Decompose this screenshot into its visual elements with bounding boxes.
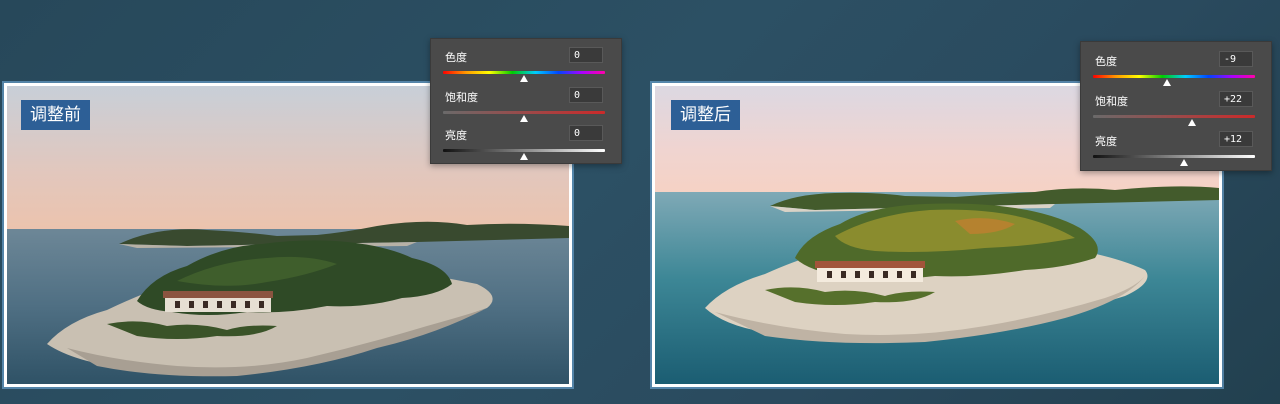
lightness-slider-thumb[interactable]	[520, 153, 528, 160]
hue-slider-thumb[interactable]	[520, 75, 528, 82]
hue-value-input[interactable]: -9	[1219, 51, 1253, 67]
lightness-label: 亮度	[1095, 135, 1117, 148]
saturation-slider-track[interactable]	[1093, 115, 1255, 118]
before-adjustment-panel: 色度 0 饱和度 0 亮度 0	[430, 38, 622, 164]
lightness-row: 亮度 +12	[1081, 129, 1271, 169]
lightness-slider-thumb[interactable]	[1179, 159, 1188, 166]
hue-value-input[interactable]: 0	[569, 47, 603, 63]
saturation-row: 饱和度 0	[431, 85, 621, 125]
after-adjustment-panel: 色度 -9 饱和度 +22 亮度 +12	[1080, 41, 1272, 171]
hue-slider-track[interactable]	[1093, 75, 1255, 78]
saturation-slider-thumb[interactable]	[520, 115, 528, 122]
hue-row: 色度 -9	[1081, 49, 1271, 89]
hue-label: 色度	[445, 51, 467, 64]
hue-slider-thumb[interactable]	[1162, 79, 1171, 86]
hue-slider-track[interactable]	[443, 71, 605, 74]
lightness-slider-track[interactable]	[443, 149, 605, 152]
hue-row: 色度 0	[431, 45, 621, 85]
saturation-label: 饱和度	[1095, 95, 1128, 108]
lightness-value-input[interactable]: 0	[569, 125, 603, 141]
saturation-row: 饱和度 +22	[1081, 89, 1271, 129]
saturation-label: 饱和度	[445, 91, 478, 104]
hue-label: 色度	[1095, 55, 1117, 68]
lightness-value-input[interactable]: +12	[1219, 131, 1253, 147]
saturation-value-input[interactable]: +22	[1219, 91, 1253, 107]
saturation-slider-track[interactable]	[443, 111, 605, 114]
lightness-row: 亮度 0	[431, 123, 621, 163]
before-label: 调整前	[21, 100, 90, 130]
after-label: 调整后	[671, 100, 740, 130]
lightness-label: 亮度	[445, 129, 467, 142]
saturation-slider-thumb[interactable]	[1187, 119, 1196, 126]
lightness-slider-track[interactable]	[1093, 155, 1255, 158]
saturation-value-input[interactable]: 0	[569, 87, 603, 103]
